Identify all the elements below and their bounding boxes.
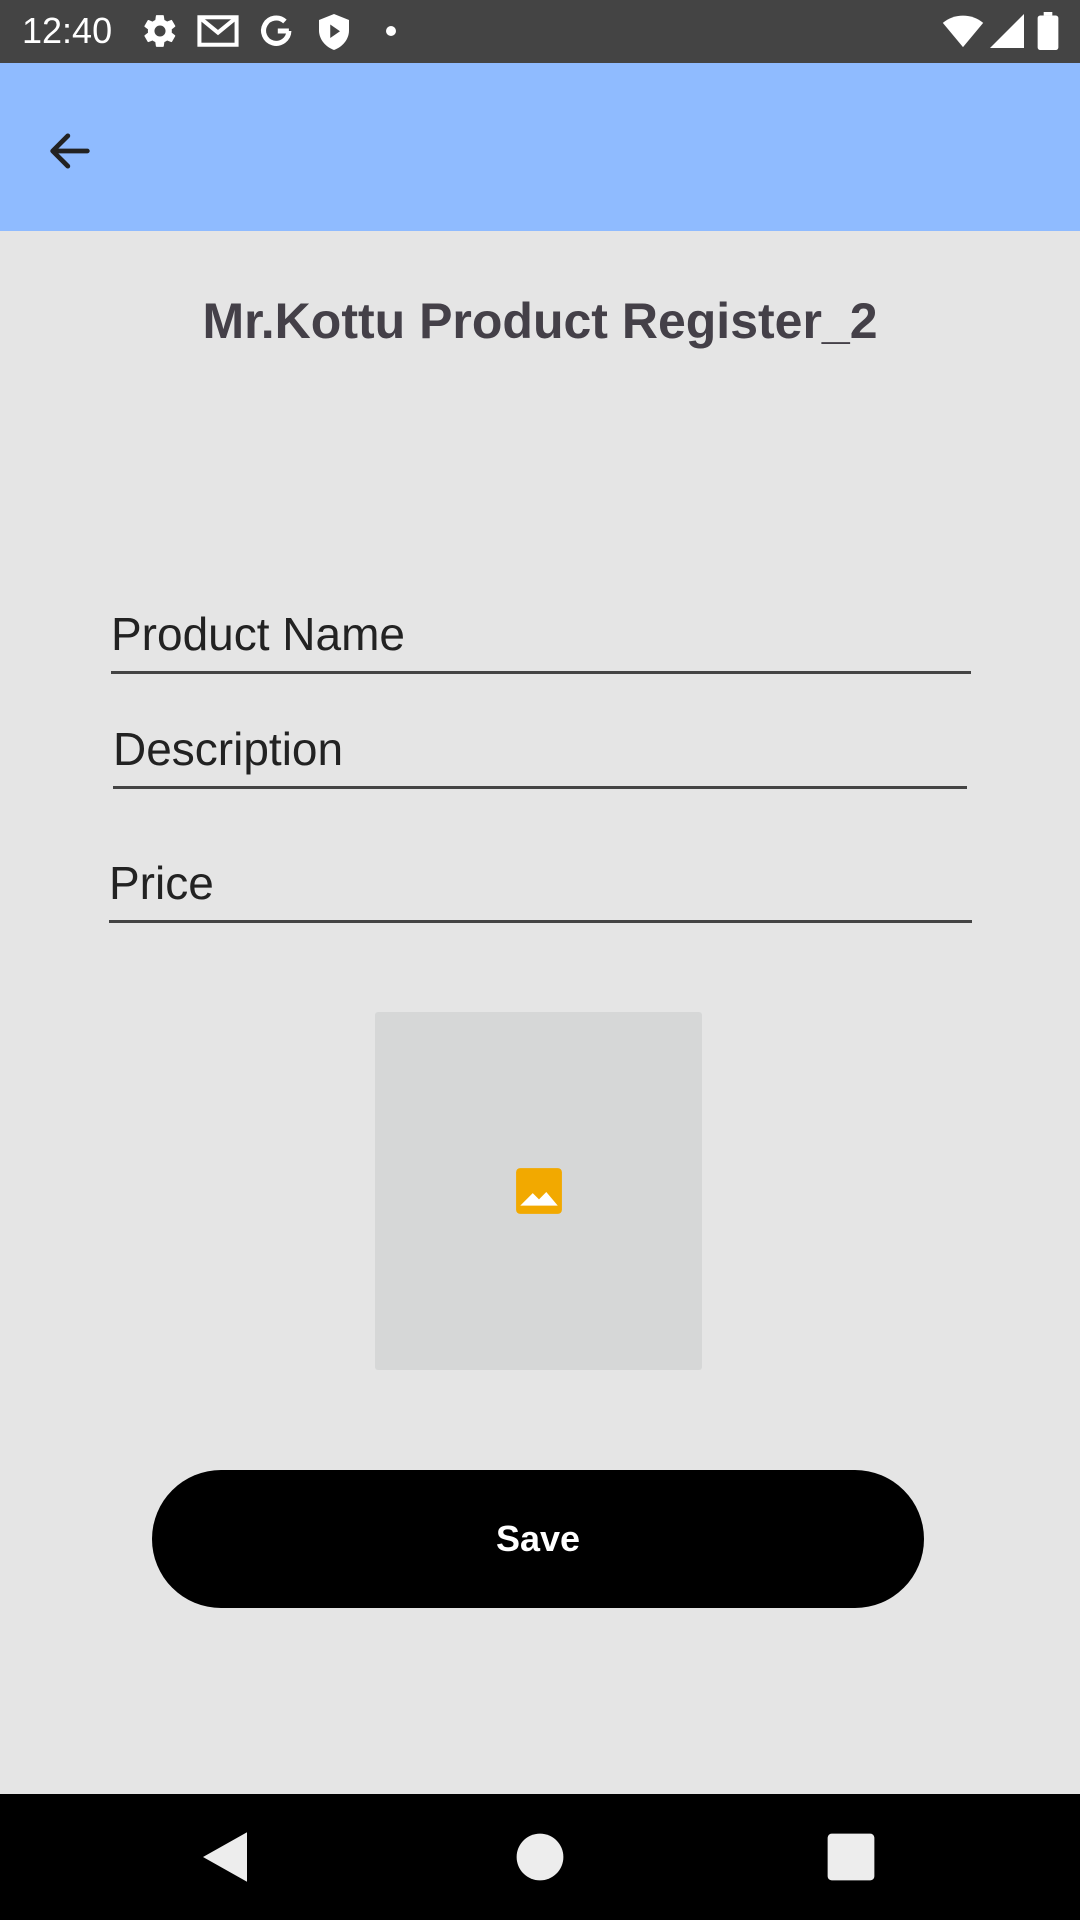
home-circle-icon[interactable] [507, 1824, 573, 1890]
google-icon [261, 15, 292, 46]
save-button[interactable]: Save [152, 1470, 924, 1608]
app-bar [0, 63, 1080, 231]
wifi-icon [942, 15, 984, 48]
image-placeholder-icon [515, 1168, 562, 1214]
page-title: Mr.Kottu Product Register_2 [202, 293, 878, 349]
nav-bar [0, 1794, 1080, 1920]
recents-square-icon[interactable] [818, 1824, 884, 1890]
arrow-back-icon [50, 133, 90, 169]
product-name-input[interactable] [111, 596, 971, 671]
back-button[interactable] [32, 113, 108, 189]
signal-icon [990, 14, 1024, 48]
back-triangle-icon[interactable] [192, 1824, 258, 1890]
battery-icon [1037, 12, 1059, 50]
price-input[interactable] [109, 845, 972, 920]
shield-icon [319, 14, 349, 50]
price-field [109, 845, 972, 923]
status-bar: 12:40 [0, 0, 1080, 63]
description-field [113, 711, 967, 789]
product-name-field [111, 596, 971, 674]
image-picker[interactable] [375, 1012, 702, 1370]
description-input[interactable] [113, 711, 967, 786]
status-time: 12:40 [22, 10, 113, 51]
gmail-icon [197, 15, 239, 47]
dot-icon [386, 26, 396, 36]
gear-icon [144, 15, 176, 47]
